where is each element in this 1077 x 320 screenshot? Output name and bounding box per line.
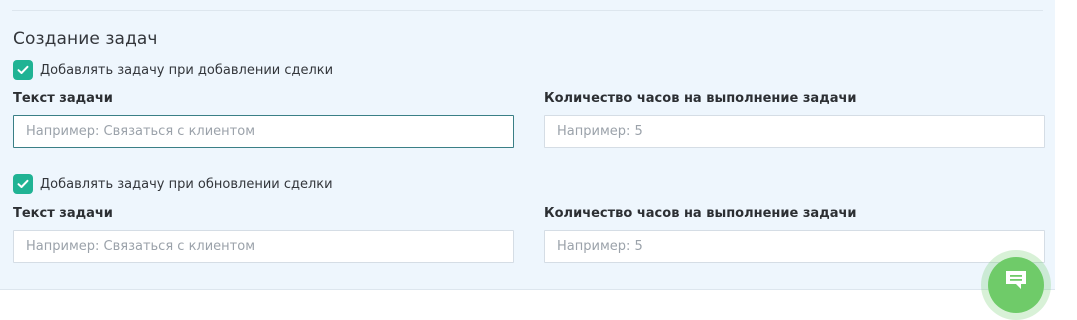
chat-button[interactable]	[988, 257, 1044, 313]
add-task-on-update-checkbox[interactable]	[13, 174, 33, 194]
check-icon	[17, 65, 29, 74]
add-task-on-create-label: Добавлять задачу при добавлении сделки	[40, 62, 334, 78]
add-task-on-update-toggle[interactable]: Добавлять задачу при обновлении сделки	[13, 174, 333, 194]
hours-input-create[interactable]	[544, 115, 1045, 148]
task-text-input-update[interactable]	[13, 230, 514, 263]
hours-label: Количество часов на выполнение задачи	[544, 91, 857, 106]
add-task-on-create-checkbox[interactable]	[13, 60, 33, 80]
task-creation-panel: Создание задач Добавлять задачу при доба…	[0, 0, 1055, 290]
add-task-on-create-toggle[interactable]: Добавлять задачу при добавлении сделки	[13, 60, 333, 80]
check-icon	[17, 179, 29, 188]
hours-label: Количество часов на выполнение задачи	[544, 206, 857, 221]
task-text-label: Текст задачи	[13, 91, 113, 106]
chat-icon	[1006, 271, 1026, 289]
add-task-on-update-label: Добавлять задачу при обновлении сделки	[40, 176, 333, 192]
task-text-label: Текст задачи	[13, 206, 113, 221]
hours-input-update[interactable]	[544, 230, 1045, 263]
section-title: Создание задач	[13, 29, 158, 49]
task-text-input-create[interactable]	[13, 115, 514, 148]
divider	[12, 10, 1043, 11]
